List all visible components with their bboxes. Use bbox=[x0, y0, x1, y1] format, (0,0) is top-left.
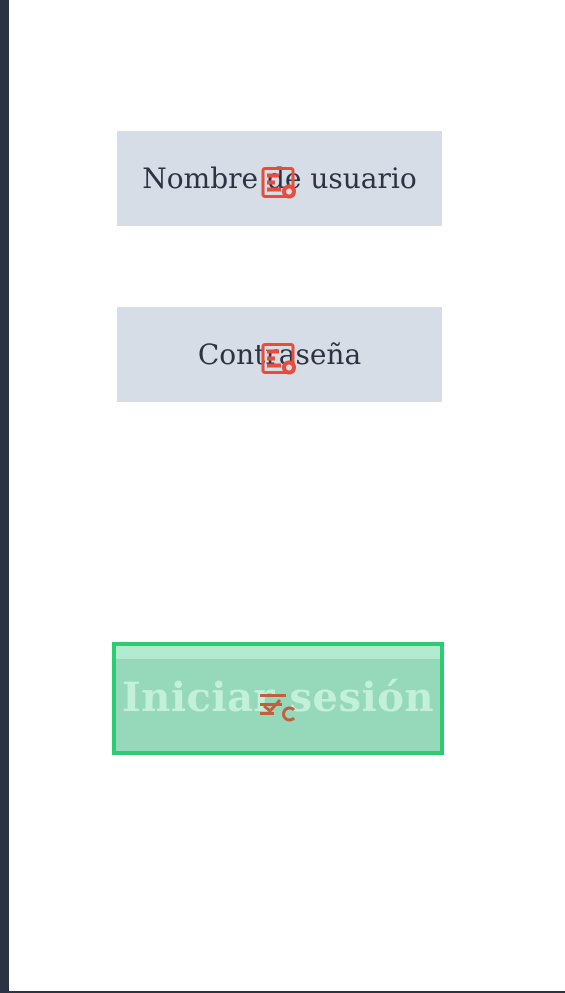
text-field-icon bbox=[261, 342, 299, 383]
left-edge-bar bbox=[0, 0, 9, 993]
login-button[interactable]: Iniciar sesión bbox=[112, 642, 444, 755]
username-field[interactable]: Nombre de usuario bbox=[117, 131, 442, 226]
button-component-icon bbox=[258, 692, 298, 726]
button-highlight-strip bbox=[116, 646, 440, 659]
password-field[interactable]: Contraseña bbox=[117, 307, 442, 402]
text-field-icon bbox=[261, 166, 299, 207]
